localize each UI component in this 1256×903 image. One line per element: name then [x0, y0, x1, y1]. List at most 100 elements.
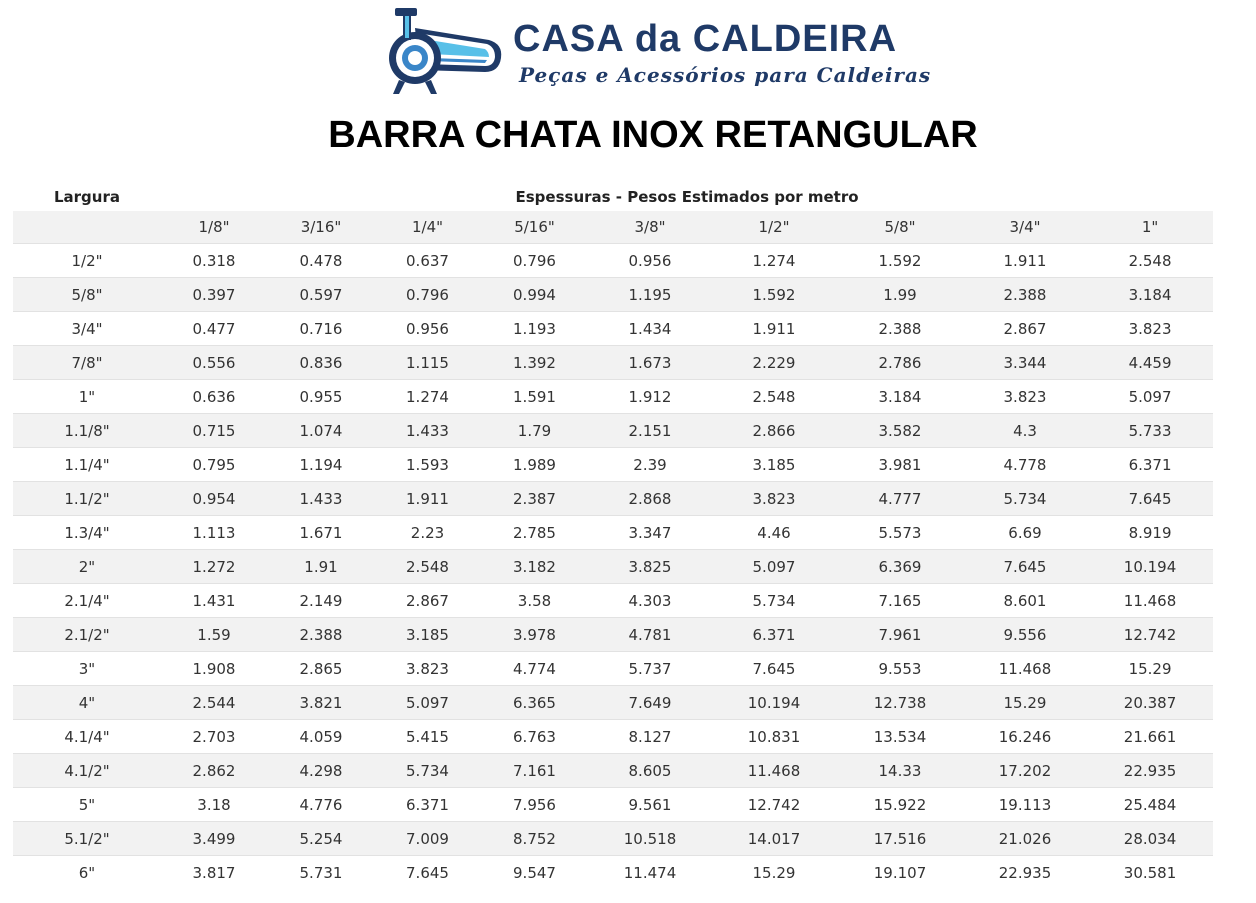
thickness-header-cell: 3/16" — [267, 211, 375, 244]
weight-cell: 17.516 — [837, 821, 963, 856]
weight-cell: 1.434 — [589, 311, 711, 346]
weight-cell: 3.821 — [267, 685, 375, 720]
weight-cell: 2.39 — [589, 447, 711, 482]
weight-cell: 1.911 — [375, 481, 480, 516]
weight-cell: 0.477 — [161, 311, 267, 346]
weight-cell: 6.763 — [480, 719, 589, 754]
table-row: 3/4" 0.477 0.716 0.956 1.193 1.434 1.911 2.388 2… — [13, 311, 1214, 346]
table-row: 1/2" 0.318 0.478 0.637 0.796 0.956 1.274 1.592 1… — [13, 243, 1214, 278]
weight-cell: 5.737 — [589, 651, 711, 686]
thickness-header-cell: 1/4" — [375, 211, 480, 244]
weight-cell: 0.795 — [161, 447, 267, 482]
weight-cell: 2.151 — [589, 413, 711, 448]
weight-cell: 10.518 — [589, 821, 711, 856]
weight-cell: 8.752 — [480, 821, 589, 856]
weight-cell: 2.387 — [480, 481, 589, 516]
width-cell: 6" — [13, 855, 161, 889]
table-row: 1.3/4" 1.113 1.671 2.23 2.785 3.347 4.46 5.573 6… — [13, 515, 1214, 550]
weight-cell: 4.46 — [711, 515, 837, 550]
weight-cell: 0.994 — [480, 277, 589, 312]
weight-cell: 25.484 — [1087, 787, 1214, 822]
table-row: 1.1/2" 0.954 1.433 1.911 2.387 2.868 3.823 4.77… — [13, 481, 1214, 516]
weight-cell: 8.919 — [1087, 515, 1214, 550]
empty-header-cell — [13, 211, 161, 244]
width-cell: 2.1/2" — [13, 617, 161, 652]
weight-cell: 15.29 — [711, 855, 837, 889]
weight-cell: 5.734 — [711, 583, 837, 618]
width-cell: 2.1/4" — [13, 583, 161, 618]
weight-cell: 5.731 — [267, 855, 375, 889]
thickness-header-cell: 3/8" — [589, 211, 711, 244]
weight-cell: 10.831 — [711, 719, 837, 754]
weight-cell: 8.127 — [589, 719, 711, 754]
weight-cell: 11.474 — [589, 855, 711, 889]
weight-cell: 9.553 — [837, 651, 963, 686]
weight-cell: 3.978 — [480, 617, 589, 652]
weight-cell: 10.194 — [711, 685, 837, 720]
page-header: CASA da CALDEIRA Peças e Acessórios para… — [0, 0, 1256, 156]
weight-cell: 5.734 — [963, 481, 1087, 516]
weight-cell: 4.459 — [1087, 345, 1214, 380]
weight-cell: 1.433 — [267, 481, 375, 516]
weight-cell: 8.605 — [589, 753, 711, 788]
weight-cell: 22.935 — [963, 855, 1087, 889]
width-cell: 3/4" — [13, 311, 161, 346]
weight-cell: 4.059 — [267, 719, 375, 754]
weight-cell: 1.592 — [711, 277, 837, 312]
thickness-header-cell: 5/16" — [480, 211, 589, 244]
weight-cell: 1.193 — [480, 311, 589, 346]
weight-cell: 12.742 — [1087, 617, 1214, 652]
weight-cell: 9.547 — [480, 855, 589, 889]
weight-cell: 6.371 — [1087, 447, 1214, 482]
weight-cell: 15.922 — [837, 787, 963, 822]
weight-cell: 0.597 — [267, 277, 375, 312]
weight-cell: 1.274 — [375, 379, 480, 414]
weight-cell: 1.274 — [711, 243, 837, 278]
weight-cell: 9.556 — [963, 617, 1087, 652]
weight-cell: 7.649 — [589, 685, 711, 720]
weight-cell: 9.561 — [589, 787, 711, 822]
weight-cell: 4.3 — [963, 413, 1087, 448]
weight-cell: 2.867 — [963, 311, 1087, 346]
width-cell: 7/8" — [13, 345, 161, 380]
weight-cell: 0.636 — [161, 379, 267, 414]
weight-cell: 0.796 — [375, 277, 480, 312]
weight-cell: 0.478 — [267, 243, 375, 278]
thickness-header-cell: 1/2" — [711, 211, 837, 244]
weight-cell: 3.582 — [837, 413, 963, 448]
weight-cell: 7.009 — [375, 821, 480, 856]
weight-cell: 2.703 — [161, 719, 267, 754]
weight-cell: 3.981 — [837, 447, 963, 482]
weight-cell: 3.185 — [375, 617, 480, 652]
weight-cell: 6.371 — [711, 617, 837, 652]
weight-cell: 1.591 — [480, 379, 589, 414]
weight-cell: 28.034 — [1087, 821, 1214, 856]
weight-cell: 3.823 — [963, 379, 1087, 414]
width-cell: 1.1/4" — [13, 447, 161, 482]
thickness-header-cell: 5/8" — [837, 211, 963, 244]
weight-cell: 2.786 — [837, 345, 963, 380]
weight-cell: 8.601 — [963, 583, 1087, 618]
weight-cell: 6.69 — [963, 515, 1087, 550]
weight-cell: 5.254 — [267, 821, 375, 856]
weight-cell: 2.866 — [711, 413, 837, 448]
width-cell: 5.1/2" — [13, 821, 161, 856]
weight-cell: 5.415 — [375, 719, 480, 754]
weight-table-container: Largura Espessuras - Pesos Estimados por… — [13, 183, 1214, 889]
weight-cell: 2.548 — [711, 379, 837, 414]
table-row: 7/8" 0.556 0.836 1.115 1.392 1.673 2.229 2.786 3… — [13, 345, 1214, 380]
table-row: 6" 3.817 5.731 7.645 9.547 11.474 15.29 19.107 2… — [13, 855, 1214, 889]
weight-cell: 2.548 — [375, 549, 480, 584]
weight-cell: 0.956 — [589, 243, 711, 278]
table-row: 4.1/4" 2.703 4.059 5.415 6.763 8.127 10.831 13.… — [13, 719, 1214, 754]
weight-cell: 1.113 — [161, 515, 267, 550]
weight-cell: 4.781 — [589, 617, 711, 652]
width-cell: 1/2" — [13, 243, 161, 278]
brand-name: CASA da CALDEIRA — [513, 18, 898, 60]
weight-cell: 2.388 — [963, 277, 1087, 312]
thickness-header-cell: 3/4" — [963, 211, 1087, 244]
weight-cell: 1.79 — [480, 413, 589, 448]
weight-cell: 17.202 — [963, 753, 1087, 788]
weight-cell: 1.989 — [480, 447, 589, 482]
width-cell: 1" — [13, 379, 161, 414]
